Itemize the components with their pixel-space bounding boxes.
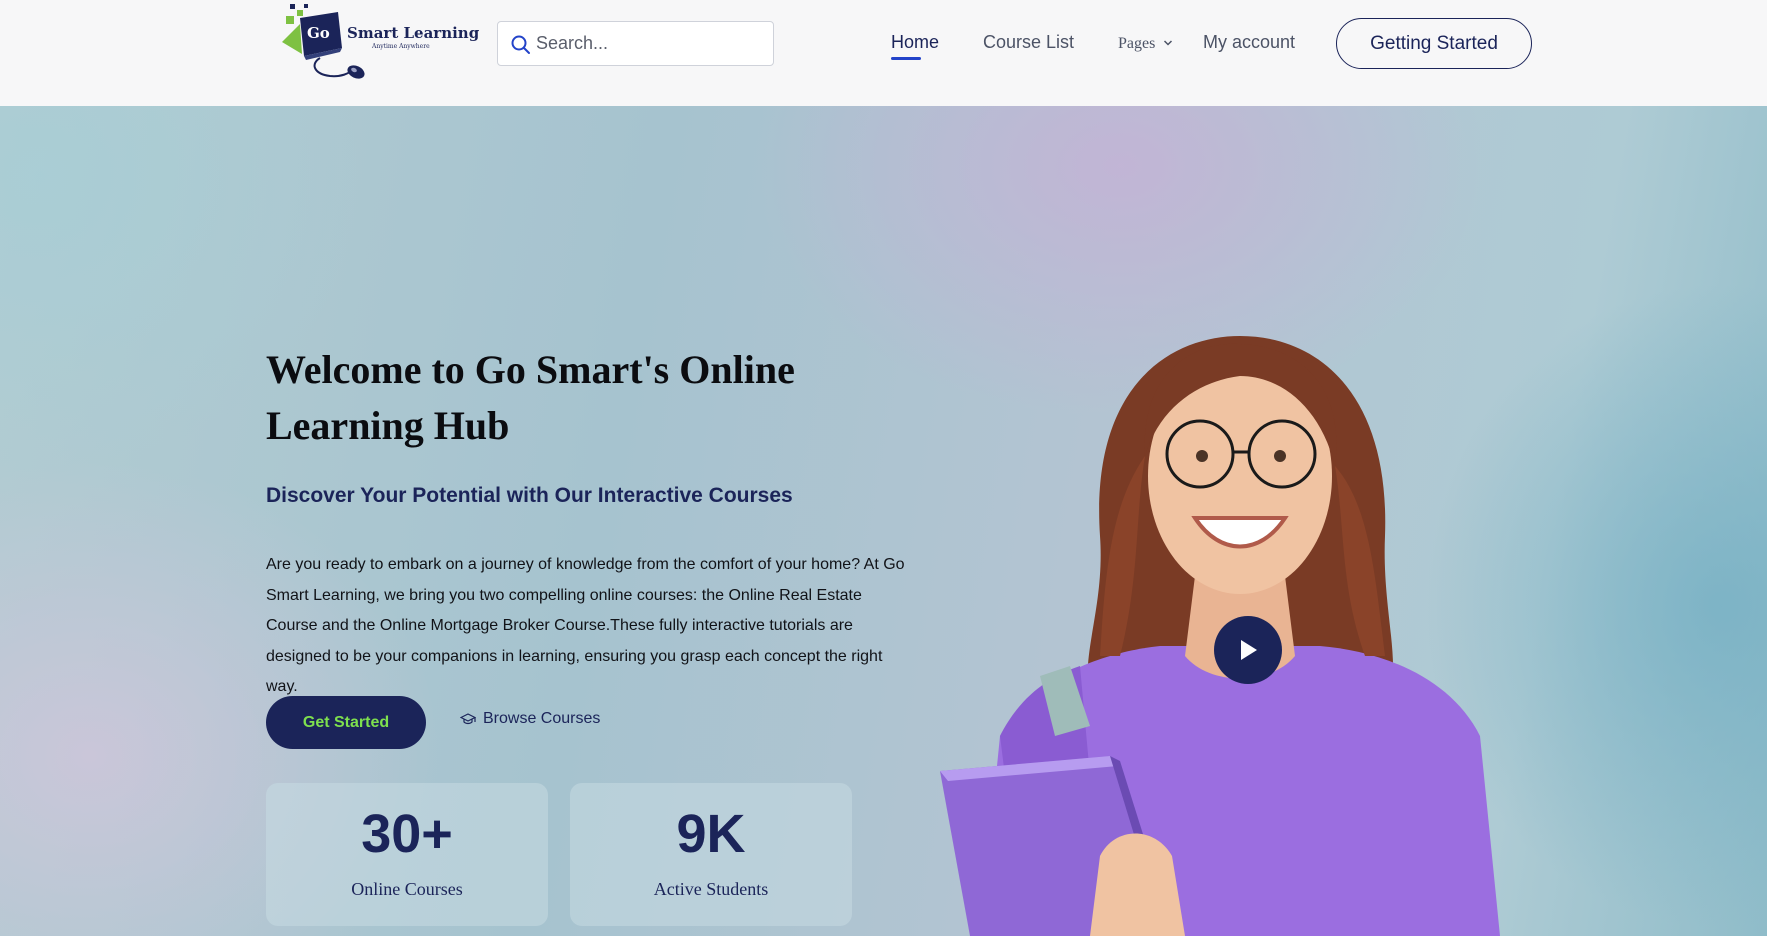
student-hero-image: [940, 336, 1500, 936]
stat-card-courses: 30+ Online Courses: [266, 783, 548, 926]
nav-pages[interactable]: Pages: [1118, 35, 1155, 53]
search-box[interactable]: [497, 21, 774, 66]
site-header: Go Smart Learning Anytime Anywhere Home …: [0, 0, 1767, 106]
browse-courses-link[interactable]: Browse Courses: [460, 710, 600, 728]
getting-started-button[interactable]: Getting Started: [1336, 18, 1532, 69]
hero-title: Welcome to Go Smart's Online Learning Hu…: [266, 347, 795, 448]
stat-value: 30+: [361, 804, 453, 864]
play-icon: [1241, 640, 1257, 660]
graduation-cap-icon: [460, 713, 476, 725]
stat-card-students: 9K Active Students: [570, 783, 852, 926]
hero-description: Are you ready to embark on a journey of …: [266, 556, 905, 696]
stat-label: Online Courses: [351, 879, 463, 899]
chevron-down-icon[interactable]: [1163, 38, 1173, 48]
get-started-button[interactable]: Get Started: [266, 696, 426, 749]
nav-my-account[interactable]: My account: [1203, 32, 1295, 53]
nav-home[interactable]: Home: [891, 32, 939, 53]
search-icon[interactable]: [510, 34, 532, 56]
stat-value: 9K: [676, 804, 746, 864]
nav-course-list[interactable]: Course List: [983, 32, 1074, 53]
search-input[interactable]: [536, 22, 766, 65]
site-logo[interactable]: Go Smart Learning Anytime Anywhere: [280, 2, 479, 86]
nav-home-active-indicator: [891, 57, 921, 60]
play-video-button[interactable]: [1214, 616, 1282, 684]
stat-label: Active Students: [653, 879, 769, 899]
hero-subtitle: Discover Your Potential with Our Interac…: [266, 484, 793, 507]
browse-courses-label: Browse Courses: [483, 710, 601, 727]
logo-title: Smart Learning: [347, 24, 480, 42]
svg-text:Go: Go: [307, 24, 330, 42]
logo-tagline: Anytime Anywhere: [372, 43, 430, 50]
hero-section: Welcome to Go Smart's Online Learning Hu…: [0, 106, 1767, 936]
